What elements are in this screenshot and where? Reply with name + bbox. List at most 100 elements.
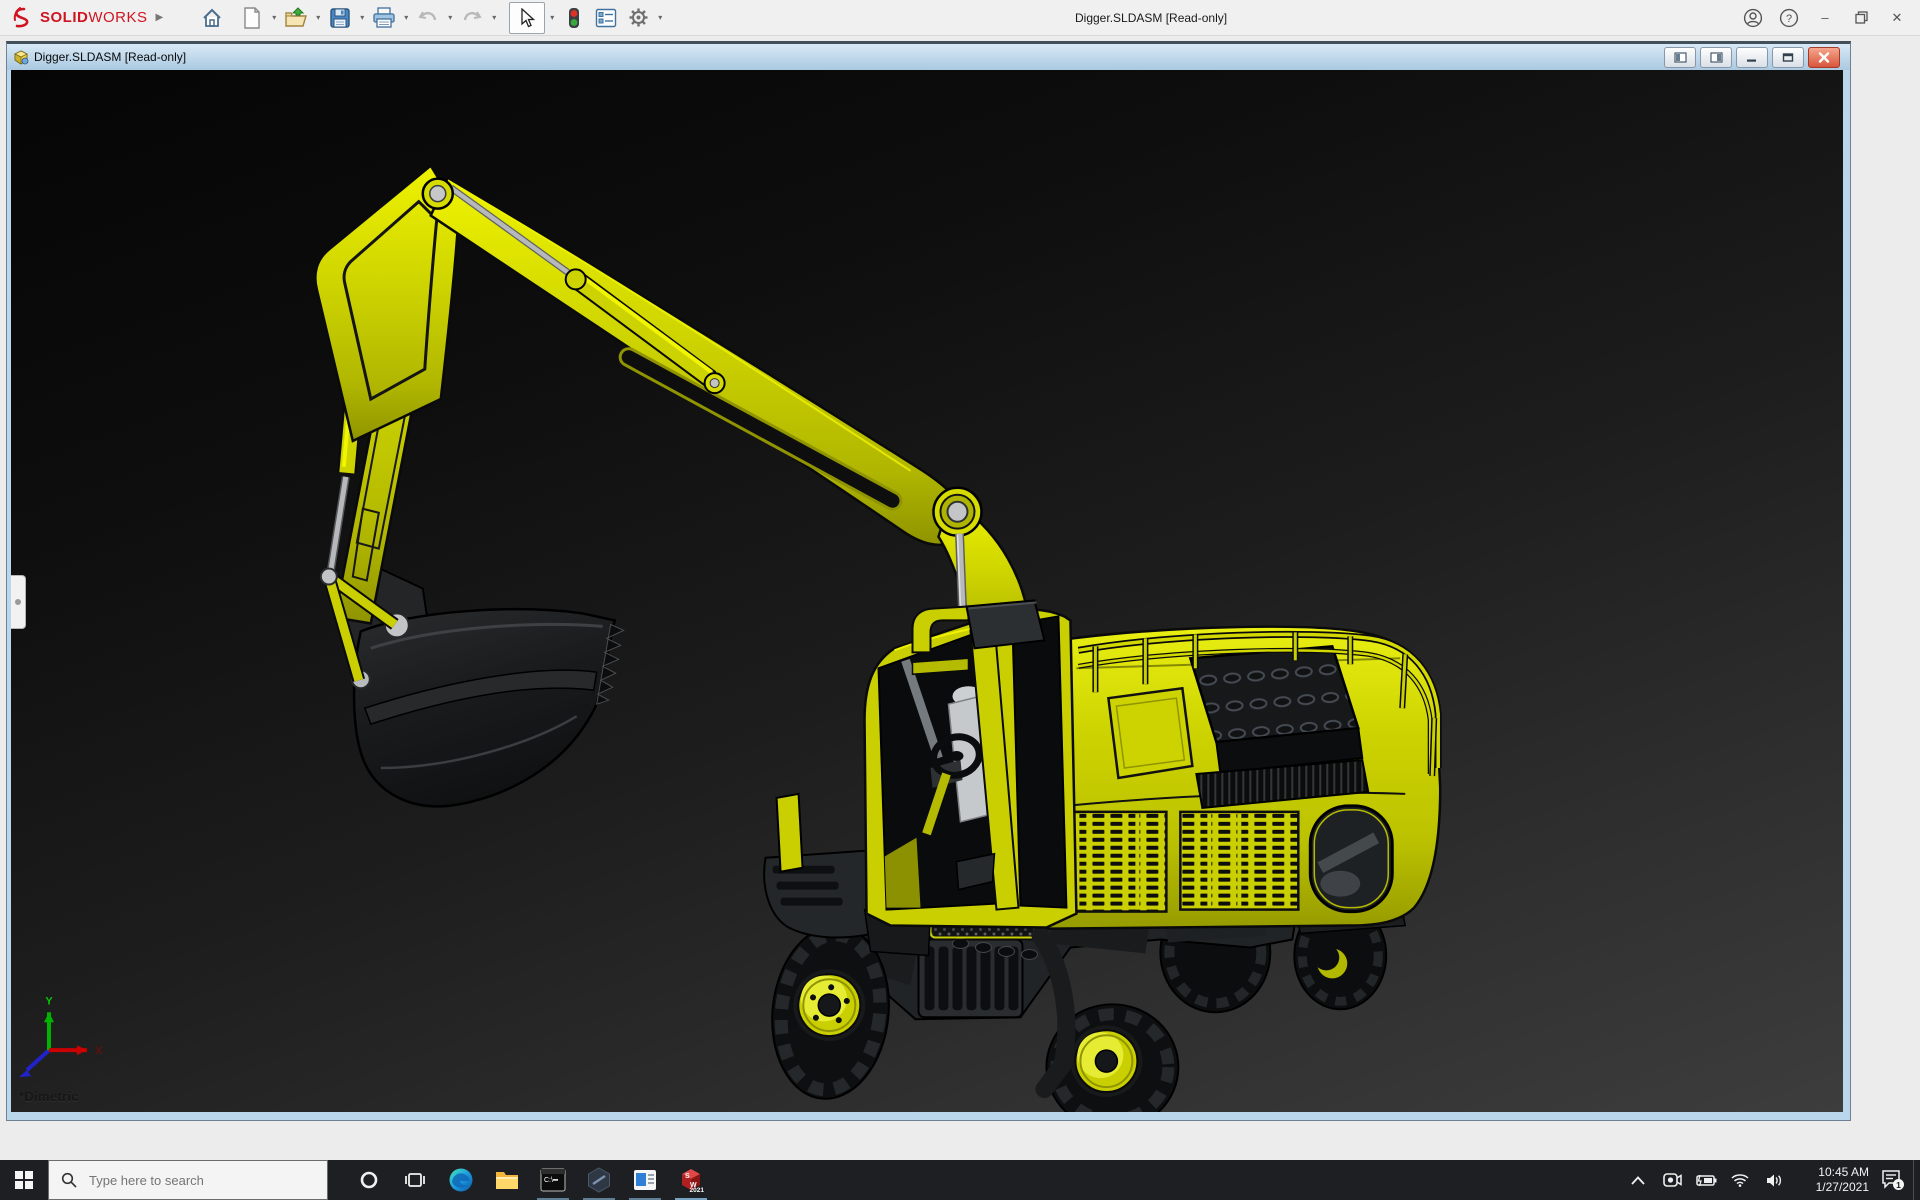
windows-taskbar: C:\ S W 2021 [0, 1160, 1920, 1200]
print-button[interactable] [369, 4, 399, 32]
open-dropdown[interactable]: ▾ [313, 13, 323, 22]
svg-text:?: ? [1786, 13, 1792, 25]
start-button[interactable] [0, 1160, 48, 1200]
solidworks-2021-icon: S W 2021 [677, 1166, 705, 1194]
save-button[interactable] [325, 4, 355, 32]
search-icon [61, 1172, 77, 1188]
solidworks-logo-text: SOLIDWORKS [40, 9, 148, 26]
minimize-icon [1746, 53, 1758, 63]
notification-icon: 1 [1881, 1169, 1905, 1191]
select-tool-button[interactable] [509, 2, 545, 34]
menu-expand-arrow[interactable]: ▶ [156, 12, 164, 23]
taskbar-search[interactable] [48, 1160, 328, 1200]
tray-date: 1/27/2021 [1816, 1180, 1869, 1195]
right-pane-icon [1710, 52, 1723, 63]
app-minimize-button[interactable]: – [1810, 4, 1840, 32]
triad-x-label: X [95, 1045, 103, 1057]
view-orientation-label: *Dimetric [19, 1089, 79, 1104]
task-view-button[interactable] [392, 1160, 438, 1200]
app-close-button[interactable]: ✕ [1882, 4, 1912, 32]
document-title: Digger.SLDASM [Read-only] [34, 50, 186, 64]
select-cursor-icon [518, 8, 536, 28]
redo-button[interactable] [457, 4, 487, 32]
action-center-button[interactable]: 1 [1873, 1160, 1913, 1200]
xpert-button[interactable] [559, 4, 589, 32]
gear-icon [628, 7, 649, 28]
edge-icon [448, 1167, 474, 1193]
document-titlebar[interactable]: Digger.SLDASM [Read-only] [7, 44, 1850, 70]
tray-meet-now-button[interactable] [1655, 1160, 1689, 1200]
open-button[interactable] [281, 4, 311, 32]
orientation-triad: Y X [19, 995, 103, 1077]
solidworks-logo-mark [10, 7, 36, 29]
doc-restore-button[interactable] [1772, 47, 1804, 68]
new-document-icon [242, 7, 262, 29]
tray-chevron-button[interactable] [1621, 1160, 1655, 1200]
wifi-icon [1731, 1173, 1749, 1187]
undo-button[interactable] [413, 4, 443, 32]
new-document-dropdown[interactable]: ▾ [269, 13, 279, 22]
close-icon [1818, 52, 1830, 63]
feature-manager-collapsed-tab[interactable] [11, 575, 26, 629]
account-icon [1743, 8, 1763, 28]
toggle-left-pane-button[interactable] [1664, 47, 1696, 68]
tray-volume-button[interactable] [1757, 1160, 1791, 1200]
system-tray: 10:45 AM 1/27/2021 1 [1621, 1160, 1920, 1200]
app-title: Digger.SLDASM [Read-only] [1075, 0, 1227, 35]
svg-text:C:\: C:\ [544, 1177, 553, 1184]
boom-arm[interactable] [423, 178, 1033, 669]
left-pane-icon [1674, 52, 1687, 63]
print-dropdown[interactable]: ▾ [401, 13, 411, 22]
triad-y-label: Y [45, 995, 53, 1007]
taskbar-app-hexagon[interactable] [576, 1160, 622, 1200]
doc-minimize-button[interactable] [1736, 47, 1768, 68]
app-restore-button[interactable] [1846, 4, 1876, 32]
speaker-icon [1766, 1173, 1783, 1188]
select-tool-dropdown[interactable]: ▾ [547, 13, 557, 22]
solidworks-logo: SOLIDWORKS [10, 7, 148, 29]
taskbar-app-display[interactable] [622, 1160, 668, 1200]
document-window-controls [1664, 47, 1840, 68]
search-input[interactable] [87, 1172, 301, 1189]
tray-battery-button[interactable] [1689, 1160, 1723, 1200]
help-button[interactable]: ? [1774, 4, 1804, 32]
settings-button[interactable] [623, 4, 653, 32]
battery-icon [1696, 1174, 1717, 1187]
tray-clock[interactable]: 10:45 AM 1/27/2021 [1791, 1160, 1873, 1200]
taskbar-app-edge[interactable] [438, 1160, 484, 1200]
account-button[interactable] [1738, 4, 1768, 32]
taskbar-app-file-explorer[interactable] [484, 1160, 530, 1200]
options-list-button[interactable] [591, 4, 621, 32]
cortana-icon [359, 1170, 379, 1190]
redo-dropdown[interactable]: ▾ [489, 13, 499, 22]
door-window [1012, 616, 1066, 907]
document-window: Digger.SLDASM [Read-only] [6, 41, 1851, 1121]
options-list-icon [595, 8, 617, 28]
tray-wifi-button[interactable] [1723, 1160, 1757, 1200]
boom-cylinder [451, 188, 725, 393]
camera-icon [1663, 1172, 1682, 1188]
new-document-button[interactable] [237, 4, 267, 32]
mdi-background: Digger.SLDASM [Read-only] [0, 36, 1920, 1160]
save-dropdown[interactable]: ▾ [357, 13, 367, 22]
taskbar-app-command-prompt[interactable]: C:\ [530, 1160, 576, 1200]
taskbar-app-solidworks[interactable]: S W 2021 [668, 1160, 714, 1200]
doc-close-button[interactable] [1808, 47, 1840, 68]
app-titlebar: SOLIDWORKS ▶ ▾ ▾ [0, 0, 1920, 36]
undo-icon [417, 8, 439, 28]
home-button[interactable] [197, 4, 227, 32]
settings-dropdown[interactable]: ▾ [655, 13, 665, 22]
assembly-icon [13, 50, 29, 65]
toggle-right-pane-button[interactable] [1700, 47, 1732, 68]
cortana-button[interactable] [346, 1160, 392, 1200]
bucket[interactable] [343, 561, 624, 807]
undo-dropdown[interactable]: ▾ [445, 13, 455, 22]
svg-text:1: 1 [1896, 1180, 1901, 1190]
chevron-up-icon [1631, 1176, 1645, 1185]
save-icon [329, 7, 351, 29]
cab[interactable] [865, 600, 1077, 927]
show-desktop-button[interactable] [1913, 1160, 1920, 1200]
graphics-viewport[interactable]: Y X *Dimetric [11, 70, 1843, 1112]
file-explorer-icon [494, 1167, 520, 1193]
svg-text:2021: 2021 [690, 1187, 705, 1194]
